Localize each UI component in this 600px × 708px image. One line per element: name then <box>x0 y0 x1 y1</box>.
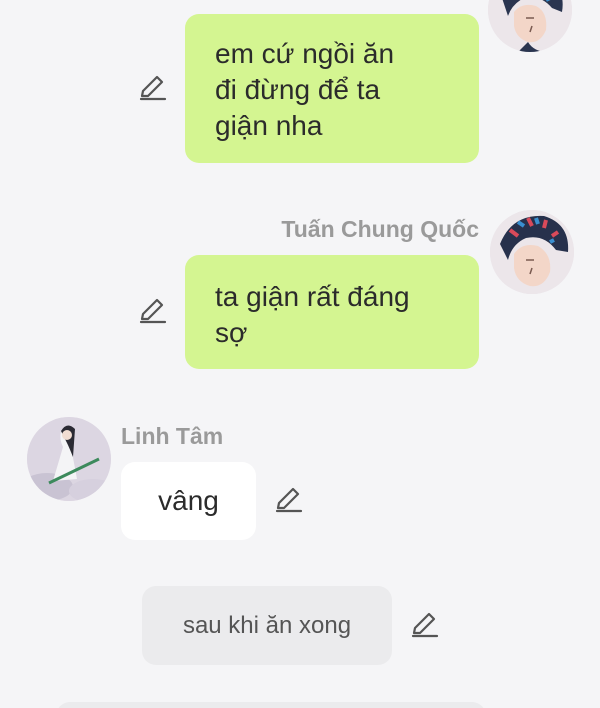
message-text: vâng <box>158 485 219 516</box>
message-line: em cứ ngồi ăn <box>215 38 395 69</box>
pencil-edit-icon[interactable] <box>136 72 168 104</box>
pencil-edit-icon[interactable] <box>272 484 304 516</box>
message-line: ta giận rất đáng <box>215 281 410 312</box>
next-message-bubble-partial <box>56 702 486 708</box>
avatar-tuan-chung-quoc[interactable] <box>490 210 574 294</box>
sender-name: Tuấn Chung Quốc <box>281 216 479 242</box>
female-avatar-image <box>27 417 111 501</box>
male-avatar-image <box>490 210 574 294</box>
message-bubble-2: ta giận rất đáng sợ <box>185 255 479 369</box>
sender-name: Linh Tâm <box>121 423 224 449</box>
pencil-edit-icon[interactable] <box>136 295 168 327</box>
narration-text: sau khi ăn xong <box>182 611 352 639</box>
avatar-tuan-chung-quoc[interactable] <box>488 0 572 52</box>
avatar-linh-tam[interactable] <box>27 417 111 501</box>
message-bubble-1: em cứ ngồi ăn đi đừng để ta giận nha <box>185 14 479 163</box>
message-line: sợ <box>215 317 248 348</box>
narration-bubble: sau khi ăn xong <box>142 586 392 665</box>
message-bubble-3: vâng <box>121 462 256 540</box>
male-avatar-image <box>488 0 572 52</box>
message-line: đi đừng để ta <box>215 74 381 105</box>
message-line: giận nha <box>215 110 323 141</box>
pencil-edit-icon[interactable] <box>408 609 440 641</box>
